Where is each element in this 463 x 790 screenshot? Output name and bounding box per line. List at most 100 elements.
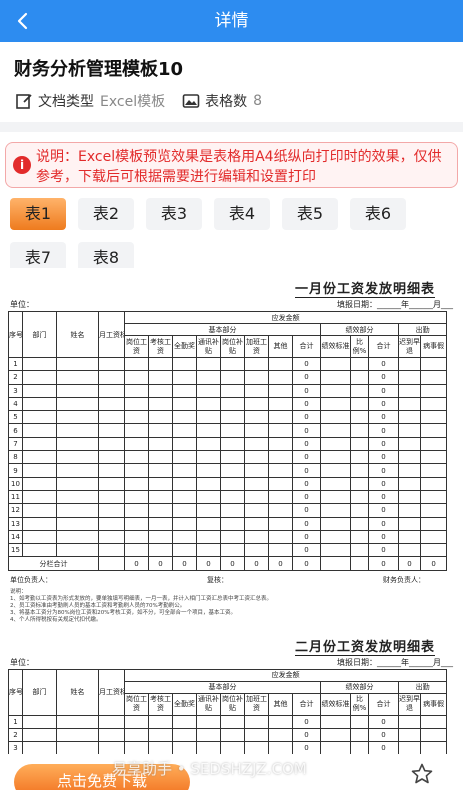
salary-table: 序号部门姓名月工资标准应发金额基本部分绩效部分出勤岗位工资考核工资全勤奖通讯补贴… <box>8 311 448 571</box>
col-header: 通讯补贴 <box>196 692 221 716</box>
doc-title: 财务分析管理模板10 <box>14 59 184 80</box>
star-outline-icon <box>411 763 433 784</box>
image-icon <box>181 91 201 111</box>
table-row: 13 0 0 <box>8 516 448 531</box>
col-header: 合计 <box>292 692 321 716</box>
tab-sheet-1[interactable]: 表1 <box>10 198 66 230</box>
sheet-title: 一月份工资发放明细表 <box>294 282 435 298</box>
sheet-notes: 说明： 1、如考勤以工资表为形式发放的，要单独填写明细表，一月一表，并计入相门工资… <box>8 587 455 626</box>
total-row: 分栏合计 0 0 0 0 0 0 0 0 0 0 0 <box>8 556 448 571</box>
sheet-count-value: 8 <box>253 93 263 109</box>
col-header: 岗位补贴 <box>220 692 245 716</box>
col-header: 合计 <box>368 335 399 358</box>
table-row: 800 <box>8 450 448 465</box>
col-salary-standard: 月工资标准 <box>98 668 125 716</box>
col-header: 岗位工资 <box>124 692 149 716</box>
table-row: 300 <box>8 383 448 398</box>
sign-review: 复核： <box>207 575 228 584</box>
sheet-title-2: 二月份工资发放明细表 <box>294 639 435 656</box>
note-line: 4、个人所得税按有关规定代扣代缴。 <box>10 616 102 623</box>
total-label: 分栏合计 <box>8 556 99 571</box>
table-row: 600 <box>8 423 448 438</box>
info-icon: i <box>13 156 31 174</box>
doc-type-label: 文档类型 <box>38 94 94 110</box>
table-row: 10 0 0 <box>8 476 448 491</box>
tab-sheet-5[interactable]: 表5 <box>282 198 338 230</box>
col-seq: 序号 <box>8 311 23 358</box>
doc-meta: 文档类型 Excel模板 表格数 8 <box>14 90 449 112</box>
col-base-part: 基本部分 <box>124 323 321 336</box>
col-header: 其他 <box>268 692 293 716</box>
table-row: 900 <box>8 463 448 478</box>
table-row: 700 <box>8 436 448 452</box>
unit-label: 单位： <box>10 300 34 309</box>
col-header: 合计 <box>292 335 321 358</box>
tab-sheet-2[interactable]: 表2 <box>78 198 134 230</box>
sheet-february: 二月份工资发放明细表 单位： 填报日期：______年______月___ 序号… <box>8 636 455 768</box>
col-header: 比例% <box>350 692 369 716</box>
notice-text: 说明：Excel模板预览效果是表格用A4纸纵向打印时的效果，仅供参考，下载后可根… <box>36 149 442 185</box>
col-header: 其他 <box>268 335 293 358</box>
sign-unit: 单位负责人： <box>10 575 52 584</box>
col-header: 全勤奖 <box>172 335 197 358</box>
col-header: 绩效标准 <box>320 692 351 716</box>
col-header: 加班工资 <box>244 692 269 716</box>
col-header: 病事假 <box>419 335 448 358</box>
col-header: 全勤奖 <box>172 692 197 716</box>
col-group-payable: 应发金额 <box>123 311 448 324</box>
col-perf-part: 绩效部分 <box>320 680 399 694</box>
col-header: 加班工资 <box>244 335 269 358</box>
col-header: 通讯补贴 <box>196 335 221 358</box>
sheet-january: 一月份工资发放明细表 单位： 填报日期：______年______月___ 序号… <box>8 278 455 626</box>
sheet-preview[interactable]: 一月份工资发放明细表 单位： 填报日期：______年______月___ 序号… <box>8 268 455 768</box>
table-row: 12 0 0 <box>8 503 448 518</box>
col-group-payable: 应发金额 <box>123 668 448 682</box>
sign-finance: 财务负责人： <box>383 575 425 584</box>
col-header: 绩效标准 <box>320 335 351 358</box>
tab-sheet-3[interactable]: 表3 <box>146 198 202 230</box>
note-line: 1、如考勤以工资表为形式发放的，要单独填写明细表，一月一表，并计入相门工资汇总表… <box>10 595 273 602</box>
date-label: 填报日期：______年______月___ <box>337 300 453 309</box>
watermark: 易享助手 • SEDSHZJZ.COM <box>112 760 307 778</box>
col-header: 岗位补贴 <box>220 335 245 358</box>
section-divider <box>0 122 463 132</box>
table-row: 11 0 0 <box>8 489 448 505</box>
sheet-count-label: 表格数 <box>205 94 248 110</box>
note-line: 2、员工资标准由考勤刷人员的基本工资和考勤刷人员的70%考勤刷公。 <box>10 602 186 609</box>
note-line: 3、将基本工资分为80%岗位工资和20%考核工资，如不分，可全部合一个项目，基本… <box>10 609 236 616</box>
col-attend-part: 出勤 <box>397 680 448 694</box>
col-header: 病事假 <box>419 692 448 716</box>
tab-sheet-6[interactable]: 表6 <box>350 198 406 230</box>
edit-doc-icon <box>14 91 34 111</box>
table-row: 100 <box>8 714 448 730</box>
doc-type-value: Excel模板 <box>100 94 166 110</box>
col-dept: 部门 <box>22 311 57 358</box>
table-row: 200 <box>8 370 448 385</box>
favorite-button[interactable] <box>410 762 434 786</box>
top-bar: 详情 <box>0 0 463 42</box>
col-attend-part: 出勤 <box>397 323 448 336</box>
note-line: 说明： <box>10 588 27 595</box>
col-header: 考核工资 <box>148 335 173 358</box>
col-perf-part: 绩效部分 <box>320 323 399 336</box>
col-name: 姓名 <box>56 311 99 358</box>
col-header: 迟到早退 <box>398 335 421 358</box>
col-header: 迟到早退 <box>398 692 421 716</box>
doc-header: 财务分析管理模板10 文档类型 Excel模板 表格数 8 <box>0 42 463 112</box>
col-header: 比例% <box>350 335 369 358</box>
table-row: 14 0 0 <box>8 529 448 545</box>
col-seq: 序号 <box>8 668 23 716</box>
table-row: 200 <box>8 728 448 743</box>
preview-notice: i 说明：Excel模板预览效果是表格用A4纸纵向打印时的效果，仅供参考，下载后… <box>5 142 458 188</box>
col-dept: 部门 <box>22 668 57 716</box>
col-name: 姓名 <box>56 668 99 716</box>
col-header: 岗位工资 <box>124 335 149 358</box>
col-header: 考核工资 <box>148 692 173 716</box>
col-header: 合计 <box>368 692 399 716</box>
tab-sheet-4[interactable]: 表4 <box>214 198 270 230</box>
col-base-part: 基本部分 <box>124 680 321 694</box>
table-row: 15 0 0 <box>8 543 448 558</box>
col-salary-standard: 月工资标准 <box>98 311 125 358</box>
page-title: 详情 <box>214 11 249 31</box>
table-row: 400 <box>8 396 448 412</box>
